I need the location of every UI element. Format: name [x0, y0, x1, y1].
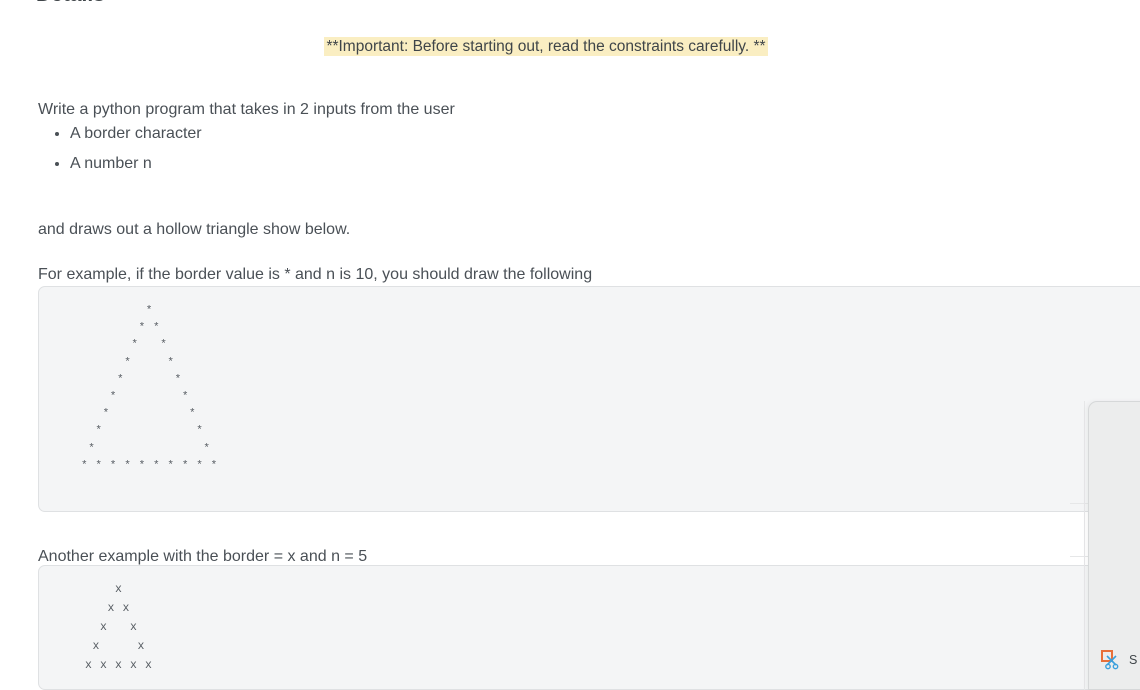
snipping-tool-icon — [1100, 649, 1122, 671]
example-paragraph: For example, if the border value is * an… — [38, 266, 593, 283]
snipping-tool-entry[interactable]: S — [1100, 649, 1137, 671]
code-block-triangle-x: x x x x x x x x x x x x — [38, 565, 1140, 690]
code-block-triangle-star: * * * * * * * * * * * * * * * * * * * * … — [38, 286, 1140, 512]
window-edge-seam-horizontal-bottom — [1070, 556, 1088, 557]
requirements-list: A border character A number n — [38, 119, 202, 180]
draws-paragraph: and draws out a hollow triangle show bel… — [38, 221, 351, 238]
overlay-panel[interactable]: S — [1088, 401, 1140, 690]
window-edge-seam-horizontal-top — [1070, 503, 1088, 504]
code-content: x x x x x x x x x x x x — [85, 583, 153, 672]
list-item: A number n — [70, 149, 202, 179]
section-heading-text: Details — [36, 0, 105, 7]
code-content: * * * * * * * * * * * * * * * * * * * * … — [81, 305, 218, 472]
window-edge-seam-vertical — [1084, 401, 1085, 690]
section-heading-clipped: ▾ Details — [0, 0, 1140, 9]
list-item: A border character — [70, 119, 202, 149]
important-notice-highlight: **Important: Before starting out, read t… — [324, 37, 768, 56]
important-notice-row: **Important: Before starting out, read t… — [0, 36, 1092, 58]
snipping-tool-label: S — [1129, 653, 1138, 667]
document-body: **Important: Before starting out, read t… — [0, 9, 1140, 690]
